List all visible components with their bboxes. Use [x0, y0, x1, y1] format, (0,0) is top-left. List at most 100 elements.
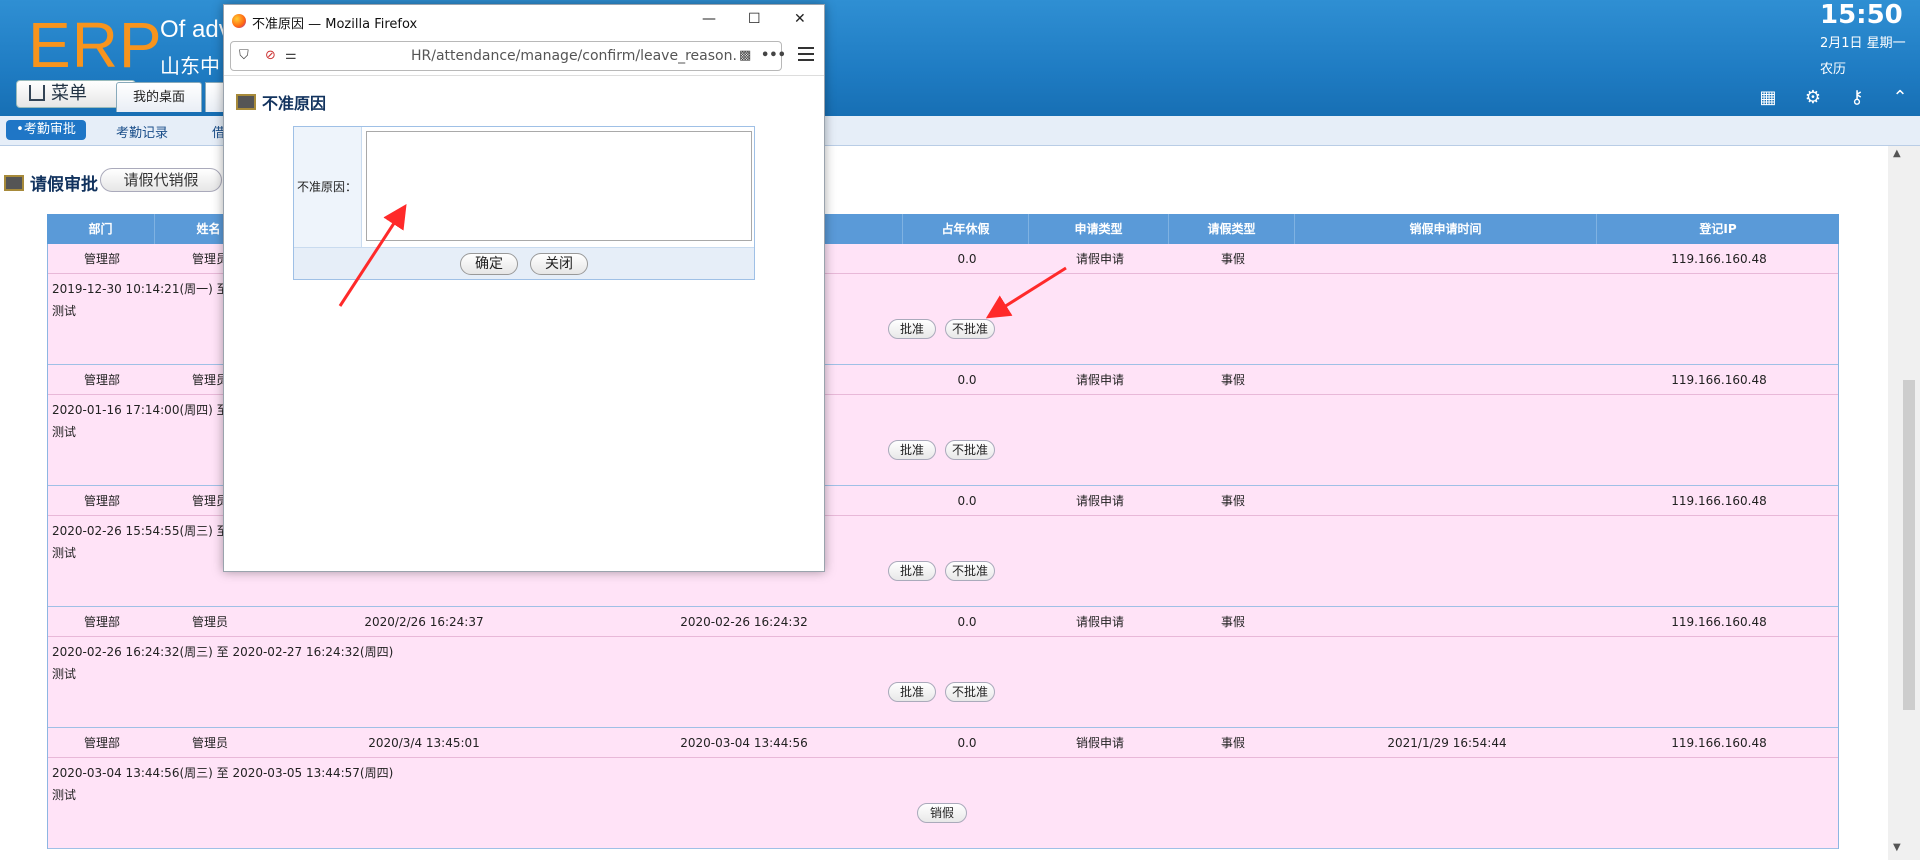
minimize-icon[interactable]: — [702, 11, 716, 27]
proxy-leave-button[interactable]: 请假代销假 [100, 168, 222, 192]
scroll-up-icon[interactable]: ▲ [1893, 148, 1901, 159]
cell-leave-type: 事假 [1220, 494, 1245, 508]
leave-reason: 测试 [52, 788, 77, 802]
form-actions: 确定 关闭 [294, 247, 754, 279]
cell-name: 管理员 [191, 736, 228, 750]
cell-leave-type: 事假 [1220, 736, 1245, 750]
no-mic-icon[interactable]: ⊘ [265, 48, 276, 63]
reject-button[interactable]: 不批准 [945, 319, 995, 339]
approval-icon [4, 175, 24, 191]
leave-range: 2020-02-26 16:24:32(周三) 至 2020-02-27 16:… [52, 645, 394, 659]
url-text: HR/attendance/manage/confirm/leave_reaso… [411, 48, 737, 64]
reject-button[interactable]: 不批准 [945, 682, 995, 702]
cell-dept: 管理部 [83, 494, 120, 508]
reason-form: 不准原因： 确定 关闭 [293, 126, 755, 280]
url-bar[interactable]: ⛉ ⊘ ⚌ HR/attendance/manage/confirm/leave… [230, 41, 786, 71]
cell-ip: 119.166.160.48 [1671, 736, 1767, 750]
page-title: 请假审批 [30, 175, 98, 195]
cell-cancel-time [1296, 365, 1598, 395]
popup-content: 不准原因 不准原因： 确定 关闭 [224, 75, 824, 571]
scrollbar-thumb[interactable] [1903, 380, 1915, 710]
th-cancel-time: 销假申请时间 [1295, 214, 1597, 244]
shield-icon[interactable]: ⛉ [239, 48, 249, 63]
cell-apply-type: 请假申请 [1075, 373, 1124, 387]
cancel-leave-button[interactable]: 销假 [917, 803, 967, 823]
reject-button[interactable]: 不批准 [945, 561, 995, 581]
home-icon [29, 85, 45, 101]
cell-ip: 119.166.160.48 [1671, 494, 1767, 508]
cell-dept: 管理部 [83, 252, 120, 266]
clock-time: 15:50 [1820, 0, 1903, 30]
cell-apply-type: 销假申请 [1075, 736, 1124, 750]
cell-dept: 管理部 [83, 736, 120, 750]
table-row-detail: 2020-03-04 13:44:56(周三) 至 2020-03-05 13:… [48, 758, 1838, 849]
permissions-icon[interactable]: ⚌ [285, 48, 297, 63]
tab-partial[interactable] [205, 82, 225, 112]
cell-leave-type: 事假 [1220, 615, 1245, 629]
apps-icon[interactable]: ▦ [1758, 88, 1778, 108]
cell-annual: 0.0 [957, 494, 977, 508]
table-row-detail: 2020-02-26 16:24:32(周三) 至 2020-02-27 16:… [48, 637, 1838, 728]
reason-popup-window: 不准原因 — Mozilla Firefox — ☐ ✕ ⛉ ⊘ ⚌ HR/at… [223, 4, 825, 572]
key-icon[interactable]: ⚷ [1847, 88, 1867, 108]
clock-date: 2月1日 星期一 [1820, 36, 1906, 51]
reason-label: 不准原因： [294, 127, 362, 247]
collapse-icon[interactable]: ⌃ [1890, 88, 1910, 108]
cell-annual: 0.0 [957, 615, 977, 629]
leave-reason: 测试 [52, 304, 77, 318]
popup-titlebar[interactable]: 不准原因 — Mozilla Firefox — ☐ ✕ [224, 5, 824, 37]
cell-cancel-time [1296, 244, 1598, 274]
firefox-icon [232, 14, 246, 28]
th-leave-type: 请假类型 [1169, 214, 1295, 244]
reason-textarea[interactable] [366, 131, 752, 241]
approve-button[interactable]: 批准 [888, 440, 936, 460]
close-button[interactable]: 关闭 [530, 253, 588, 275]
confirm-button[interactable]: 确定 [460, 253, 518, 275]
th-ip: 登记IP [1699, 222, 1737, 236]
scroll-down-icon[interactable]: ▼ [1893, 842, 1901, 853]
leave-range: 2020-02-26 15:54:55(周三) 至 2 [52, 524, 241, 538]
leave-range: 2020-01-16 17:14:00(周四) 至 2 [52, 403, 241, 417]
erp-logo: ERP [28, 9, 163, 81]
table-record: 管理部 管理员 2020/3/4 13:45:01 2020-03-04 13:44:… [47, 728, 1839, 849]
maximize-icon[interactable]: ☐ [748, 11, 761, 27]
cell-dept: 管理部 [83, 373, 120, 387]
cell-ip: 119.166.160.48 [1671, 252, 1767, 266]
cell-start: 2020-02-26 16:24:32 [680, 615, 808, 629]
cell-leave-type: 事假 [1220, 373, 1245, 387]
cell-ip: 119.166.160.48 [1671, 373, 1767, 387]
leave-reason: 测试 [52, 425, 77, 439]
cell-apply-type: 请假申请 [1075, 494, 1124, 508]
approve-button[interactable]: 批准 [888, 561, 936, 581]
gear-icon[interactable]: ⚙ [1803, 88, 1823, 108]
qr-code-icon[interactable]: ▩ [739, 48, 751, 63]
cell-leave-type: 事假 [1220, 252, 1245, 266]
cell-cancel-time [1296, 607, 1598, 637]
th-annual: 占年休假 [903, 214, 1029, 244]
approve-button[interactable]: 批准 [888, 682, 936, 702]
hamburger-menu-icon[interactable] [798, 47, 814, 61]
cell-submit: 2020/2/26 16:24:37 [364, 615, 484, 629]
cell-cancel-time [1296, 486, 1598, 516]
dialog-title: 不准原因 [262, 94, 327, 113]
table-record: 管理部 管理员 2020/2/26 16:24:37 2020-02-26 16:24… [47, 607, 1839, 728]
cell-dept: 管理部 [83, 615, 120, 629]
subtab-attendance-approval[interactable]: •考勤审批 [6, 120, 86, 140]
tab-my-desktop[interactable]: 我的桌面 [116, 82, 202, 112]
leave-reason: 测试 [52, 546, 77, 560]
leave-reason: 测试 [52, 667, 77, 681]
approve-button[interactable]: 批准 [888, 319, 936, 339]
cell-start: 2020-03-04 13:44:56 [680, 736, 808, 750]
slogan-line1: Of adv [160, 16, 231, 43]
table-row: 管理部 管理员 2020/3/4 13:45:01 2020-03-04 13:44:… [48, 728, 1838, 758]
reason-icon [236, 94, 256, 110]
cell-annual: 0.0 [957, 373, 977, 387]
close-icon[interactable]: ✕ [794, 11, 806, 27]
cell-ip: 119.166.160.48 [1671, 615, 1767, 629]
cell-submit: 2020/3/4 13:45:01 [368, 736, 480, 750]
subtab-attendance-records[interactable]: 考勤记录 [116, 122, 168, 141]
reject-button[interactable]: 不批准 [945, 440, 995, 460]
cell-annual: 0.0 [957, 736, 977, 750]
more-icon[interactable]: ••• [761, 48, 786, 63]
leave-range: 2020-03-04 13:44:56(周三) 至 2020-03-05 13:… [52, 766, 394, 780]
